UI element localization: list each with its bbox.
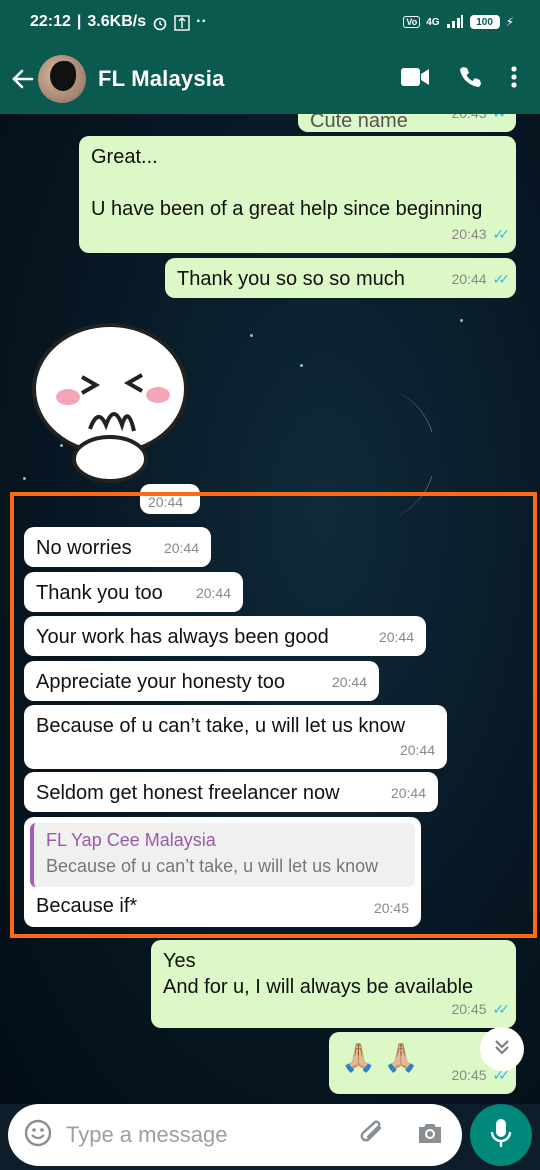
chevron-double-down-icon <box>492 1037 512 1062</box>
contact-name[interactable]: FL Malaysia <box>98 66 225 92</box>
message-meta: 20:43 ✓✓ <box>451 221 511 247</box>
usb-icon <box>174 15 190 31</box>
highlight-box <box>10 492 537 938</box>
message-text: Great... U have been of a great help sin… <box>91 146 483 220</box>
message-bubble-outgoing[interactable]: Yes And for u, I will always be availabl… <box>151 940 516 1028</box>
avatar[interactable] <box>38 55 86 103</box>
status-separator: | <box>76 13 82 30</box>
back-arrow-icon[interactable] <box>8 64 38 94</box>
message-input[interactable]: Type a message <box>8 1104 462 1166</box>
star <box>460 319 463 322</box>
status-time: 22:12 <box>30 13 71 30</box>
emoji-icon[interactable] <box>24 1119 52 1152</box>
chat-area[interactable]: Cute name 20:43 ✓✓ Great... U have been o… <box>0 114 540 1104</box>
read-ticks-icon: ✓✓ <box>493 114 511 126</box>
more-vert-icon[interactable] <box>510 65 518 94</box>
scroll-to-bottom-button[interactable] <box>480 1027 524 1071</box>
phone-icon[interactable] <box>458 65 482 94</box>
volte-icon: Vo <box>403 16 421 28</box>
message-meta: 20:45 ✓✓ <box>451 996 511 1022</box>
message-meta: 20:43 ✓✓ <box>451 114 511 126</box>
message-placeholder: Type a message <box>66 1122 228 1147</box>
read-ticks-icon: ✓✓ <box>492 226 511 242</box>
read-ticks-icon: ✓✓ <box>492 271 511 287</box>
star <box>250 334 253 337</box>
message-time: 20:45 <box>451 1067 487 1083</box>
mic-icon <box>490 1118 512 1153</box>
message-text: Thank you so so so much <box>177 268 405 290</box>
status-bar: 22:12 | 3.6KB/s ·· Vo 4G 100 ⚡ <box>0 0 540 44</box>
message-bubble-outgoing[interactable]: Great... U have been of a great help sin… <box>79 136 516 253</box>
read-ticks-icon: ✓✓ <box>492 1001 511 1017</box>
status-speed: 3.6KB/s <box>87 13 147 30</box>
network-type: 4G <box>426 16 440 28</box>
sticker-message[interactable] <box>30 319 195 484</box>
message-time: 20:45 <box>451 1001 487 1017</box>
message-text: Yes And for u, I will always be availabl… <box>163 950 474 998</box>
camera-icon[interactable] <box>416 1121 444 1150</box>
mic-button[interactable] <box>470 1104 532 1166</box>
message-meta: 20:44 ✓✓ <box>451 266 511 292</box>
message-time: 20:43 <box>451 114 486 126</box>
charging-icon: ⚡ <box>505 15 514 29</box>
message-time: 20:44 <box>451 271 487 287</box>
composer-bar: Type a message <box>0 1104 540 1170</box>
star <box>300 364 303 367</box>
alarm-icon <box>152 15 168 31</box>
message-text: Cute name <box>310 114 408 132</box>
message-time: 20:43 <box>451 226 487 242</box>
message-bubble-outgoing[interactable]: Thank you so so so much 20:44 ✓✓ <box>165 258 516 298</box>
message-bubble-outgoing[interactable]: Cute name 20:43 ✓✓ <box>298 114 516 132</box>
chat-header: FL Malaysia <box>0 44 540 114</box>
signal-icon <box>446 14 464 31</box>
video-call-icon[interactable] <box>400 66 430 93</box>
attach-icon[interactable] <box>358 1118 388 1153</box>
battery-icon: 100 <box>469 15 500 29</box>
more-notifications-icon: ·· <box>196 13 207 30</box>
star <box>23 477 26 480</box>
